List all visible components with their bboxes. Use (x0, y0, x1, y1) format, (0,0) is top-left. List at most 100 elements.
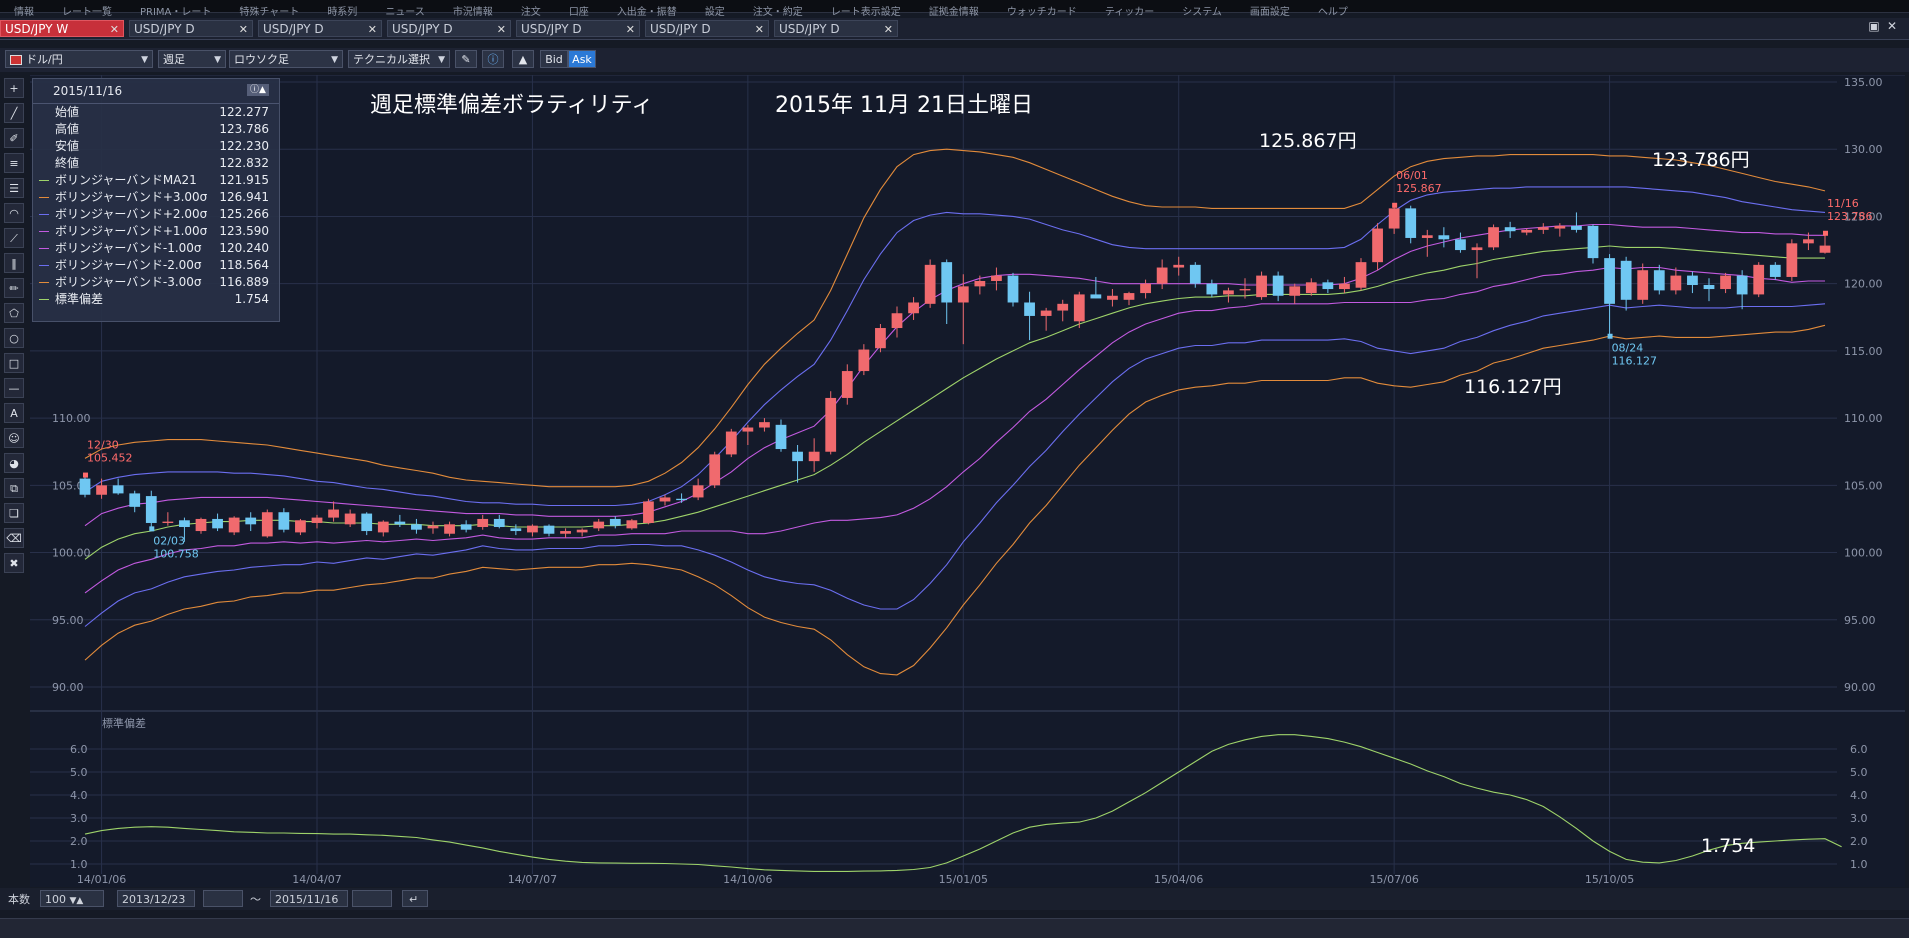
candle-body (593, 521, 605, 529)
candle-body (560, 531, 571, 534)
candle-body (1140, 283, 1151, 294)
candle-body (957, 286, 969, 303)
candle-body (1239, 289, 1251, 291)
crosshair-icon[interactable]: + (4, 78, 24, 98)
row-value: 120.240 (219, 241, 269, 255)
candle-body (808, 451, 820, 462)
row-label: 安値 (55, 139, 80, 153)
bollinger-line (84, 266, 1825, 594)
chevron-down-icon: ▼ (141, 55, 148, 65)
pencil-icon[interactable]: ✏ (4, 278, 24, 298)
start-date-field[interactable]: 2013/12/23 (117, 890, 195, 907)
circle-icon[interactable]: ○ (4, 328, 24, 348)
clone-icon[interactable]: ❏ (4, 503, 24, 523)
row-label: ボリンジャーバンド+2.00σ (55, 207, 208, 221)
chart-tab[interactable]: USD/JPY D ✕ (258, 20, 382, 37)
erase-all-icon[interactable]: ✖ (4, 553, 24, 573)
close-icon[interactable]: ✕ (497, 21, 506, 38)
row-value: 1.754 (234, 292, 269, 306)
candle-body (1223, 290, 1234, 295)
series-swatch (39, 231, 49, 232)
candle-body (1571, 225, 1582, 230)
series-swatch (39, 248, 49, 249)
fibonacci-icon[interactable]: ☰ (4, 178, 24, 198)
fan-icon[interactable]: ⟋ (4, 228, 24, 248)
data-window-header: 2015/11/16 ⓘ▲ (33, 79, 279, 104)
candle-body (295, 520, 306, 533)
marker-price: 123.786 (1827, 210, 1873, 223)
ruler-icon[interactable]: ✐ (4, 128, 24, 148)
chart-type-select[interactable]: ロウソク足 ▼ (229, 50, 343, 68)
candle-body (261, 512, 273, 537)
row-value: 125.266 (219, 207, 269, 221)
candle-body (1305, 282, 1317, 294)
chart-tab[interactable]: USD/JPY W ✕ (0, 20, 124, 37)
ask-button[interactable]: Ask (568, 50, 596, 68)
trendline-icon[interactable]: ╱ (4, 103, 24, 123)
vertical-lines-icon[interactable]: ‖ (4, 253, 24, 273)
start-time-field[interactable] (203, 890, 243, 907)
pentagon-icon[interactable]: ⬠ (4, 303, 24, 323)
candle-body (692, 485, 704, 498)
chart-toolbar: ドル/円 ▼ 週足 ▼ ロウソク足 ▼ テクニカル選択 ▼ ✎ ⓘ ▲ Bid Ask (0, 48, 1909, 72)
close-icon[interactable]: ✕ (884, 21, 893, 38)
data-window-toggle-icon[interactable]: ⓘ▲ (247, 84, 269, 96)
candle-body (493, 518, 505, 528)
row-label: ボリンジャーバンド+1.00σ (55, 224, 208, 238)
close-icon[interactable]: ✕ (368, 21, 377, 38)
chart-tab[interactable]: USD/JPY D ✕ (516, 20, 640, 37)
data-window-row: ボリンジャーバンド-2.00σ 118.564 (33, 257, 279, 274)
chart-tab[interactable]: USD/JPY D ✕ (645, 20, 769, 37)
end-date-field[interactable]: 2015/11/16 (270, 890, 348, 907)
count-select[interactable]: 100 ▼▲ (40, 890, 104, 907)
rectangle-icon[interactable]: □ (4, 353, 24, 373)
period-label: 週足 (163, 53, 185, 66)
color-icon[interactable]: ◕ (4, 453, 24, 473)
candle-body (991, 275, 1002, 281)
price-tick-label: 95.00 (1844, 614, 1876, 627)
close-icon[interactable]: ✕ (1883, 19, 1901, 33)
candle-body (179, 520, 190, 528)
tab-label: USD/JPY W (5, 22, 69, 36)
refresh-button[interactable]: ↵ (402, 890, 428, 907)
row-value: 122.230 (219, 139, 269, 153)
text-icon[interactable]: A (4, 403, 24, 423)
candle-body (1504, 227, 1516, 232)
candle-body (477, 518, 489, 528)
arc-icon[interactable]: ◠ (4, 203, 24, 223)
candle-body (1670, 275, 1682, 291)
close-icon[interactable]: ✕ (110, 21, 119, 38)
row-value: 122.832 (219, 156, 269, 170)
pen-icon: ✎ (461, 53, 471, 66)
chart-tab[interactable]: USD/JPY D ✕ (129, 20, 253, 37)
close-icon[interactable]: ✕ (239, 21, 248, 38)
close-icon[interactable]: ✕ (755, 21, 764, 38)
copy-icon[interactable]: ⧉ (4, 478, 24, 498)
icon-stamp-icon[interactable]: ☺ (4, 428, 24, 448)
candle-body (1073, 294, 1085, 322)
chart-style-button[interactable]: ▲ (512, 50, 534, 68)
chart-tab[interactable]: USD/JPY D ✕ (774, 20, 898, 37)
candle-body (1687, 275, 1698, 286)
marker-price: 116.127 (1612, 355, 1658, 368)
restore-icon[interactable]: ▣ (1865, 19, 1883, 33)
data-window: 2015/11/16 ⓘ▲ 始値 122.277 高値 123.786 安値 122.23… (32, 78, 280, 322)
horizontal-lines-icon[interactable]: ≡ (4, 153, 24, 173)
pen-button[interactable]: ✎ (455, 50, 477, 68)
hline-icon[interactable]: — (4, 378, 24, 398)
candle-body (1040, 310, 1052, 316)
period-select[interactable]: 週足 ▼ (158, 50, 226, 68)
currency-pair-select[interactable]: ドル/円 ▼ (5, 50, 153, 68)
sub-chart-title: 標準偏差 (102, 716, 146, 730)
eraser-icon[interactable]: ⌫ (4, 528, 24, 548)
time-tick-label: 15/04/06 (1154, 873, 1203, 886)
chart-area[interactable]: 135.00 130.00 125.00 120.00 115.00 110.00 110.… (30, 75, 1905, 887)
technical-select[interactable]: テクニカル選択 ▼ (348, 50, 450, 68)
end-time-field[interactable] (352, 890, 392, 907)
chevron-down-icon: ▼ (438, 55, 445, 65)
bid-button[interactable]: Bid (540, 50, 568, 68)
close-icon[interactable]: ✕ (626, 21, 635, 38)
chart-tab[interactable]: USD/JPY D ✕ (387, 20, 511, 37)
info-button[interactable]: ⓘ (482, 50, 504, 68)
candle-body (643, 501, 654, 523)
